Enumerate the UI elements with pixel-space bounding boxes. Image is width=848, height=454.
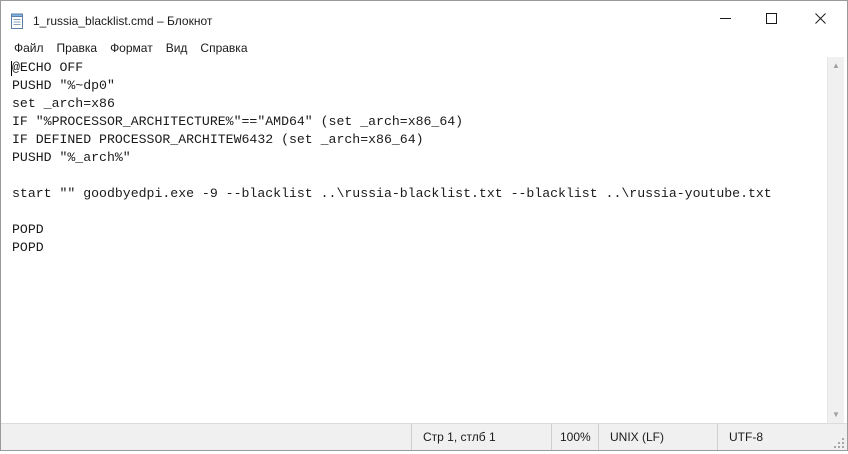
editor-line: PUSHD "%_arch%" <box>12 150 131 165</box>
editor-line: IF "%PROCESSOR_ARCHITECTURE%"=="AMD64" (… <box>12 114 464 129</box>
menu-bar: Файл Правка Формат Вид Справка <box>1 39 847 57</box>
maximize-icon <box>765 11 777 29</box>
close-button[interactable] <box>794 1 847 39</box>
editor-line: IF DEFINED PROCESSOR_ARCHITEW6432 (set _… <box>12 132 424 147</box>
menu-view[interactable]: Вид <box>159 41 194 55</box>
vertical-scrollbar[interactable]: ▲ ▼ <box>827 57 844 423</box>
scroll-up-icon[interactable]: ▲ <box>828 57 844 74</box>
scroll-down-icon[interactable]: ▼ <box>828 406 844 423</box>
minimize-icon <box>719 11 731 29</box>
editor-line: start "" goodbyedpi.exe -9 --blacklist .… <box>12 186 772 201</box>
maximize-button[interactable] <box>748 1 794 39</box>
menu-file[interactable]: Файл <box>1 41 50 55</box>
status-bar: Стр 1, стлб 1 100% UNIX (LF) UTF-8 <box>1 423 847 450</box>
status-zoom: 100% <box>551 424 598 450</box>
menu-edit[interactable]: Правка <box>50 41 104 55</box>
minimize-button[interactable] <box>702 1 748 39</box>
status-encoding: UTF-8 <box>717 424 829 450</box>
editor-line: @ECHO OFF <box>12 60 84 75</box>
editor-line: set _arch=x86 <box>12 96 115 111</box>
status-cursor-position: Стр 1, стлб 1 <box>411 424 551 450</box>
menu-help[interactable]: Справка <box>193 41 253 55</box>
close-icon <box>815 11 826 29</box>
editor-line: PUSHD "%~dp0" <box>12 78 115 93</box>
editor-line: POPD <box>12 222 44 237</box>
notepad-window: 1_russia_blacklist.cmd – Блокнот Файл Пр… <box>0 0 848 451</box>
editor-line: POPD <box>12 240 44 255</box>
resize-grip-icon[interactable] <box>833 436 845 448</box>
menu-format[interactable]: Формат <box>103 41 159 55</box>
editor-content[interactable]: @ECHO OFF PUSHD "%~dp0" set _arch=x86 IF "%… <box>12 59 772 257</box>
window-title: 1_russia_blacklist.cmd – Блокнот <box>33 14 213 28</box>
text-editor[interactable]: @ECHO OFF PUSHD "%~dp0" set _arch=x86 IF "%… <box>1 57 827 423</box>
status-line-ending: UNIX (LF) <box>598 424 717 450</box>
text-caret <box>11 61 12 76</box>
title-bar[interactable]: 1_russia_blacklist.cmd – Блокнот <box>1 1 847 39</box>
notepad-icon <box>10 13 24 29</box>
